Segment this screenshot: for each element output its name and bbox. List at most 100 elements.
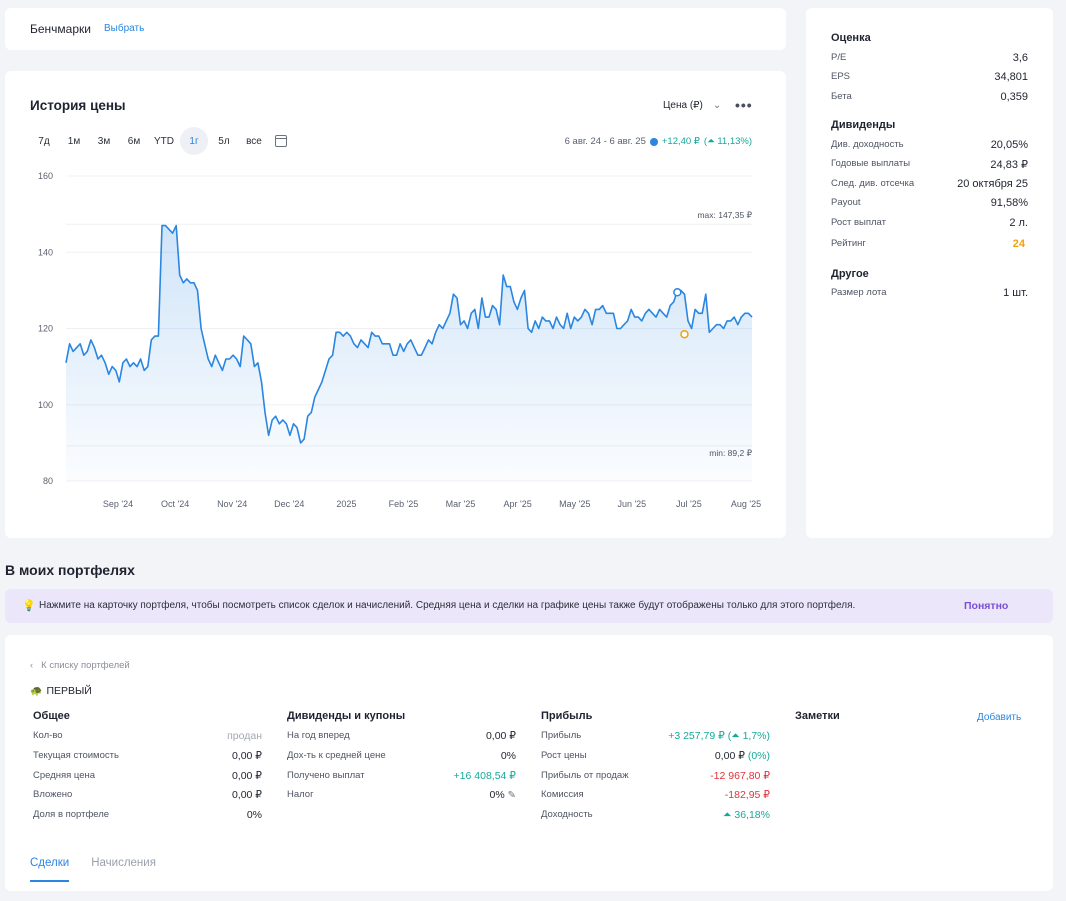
x-tick-label: Nov '24	[217, 499, 247, 509]
row-value: -182,95 ₽	[724, 789, 770, 801]
row-value: продан	[227, 730, 262, 742]
other-title: Другое	[831, 268, 869, 280]
general-row: Доля в портфеле 0%	[33, 809, 262, 821]
general-row: Средняя цена 0,00 ₽	[33, 770, 262, 782]
row-label: Дох-ть к средней цене	[287, 750, 386, 761]
metric-value: 2 л.	[1009, 217, 1028, 229]
up-arrow-icon: ⏶	[707, 136, 715, 147]
period-all[interactable]: все	[240, 127, 268, 155]
more-options-icon[interactable]: •••	[735, 97, 753, 113]
row-value: 0,00 ₽	[485, 730, 516, 742]
period-7d[interactable]: 7д	[30, 127, 58, 155]
metric-value: 34,801	[994, 71, 1028, 83]
metric-label: Див. доходность	[831, 139, 904, 150]
tab-accruals[interactable]: Начисления	[91, 857, 156, 882]
trade-marker[interactable]	[673, 288, 682, 297]
period-3m[interactable]: 3м	[90, 127, 118, 155]
portfolio-card: ‹ К списку портфелей 🐢 ПЕРВЫЙ Общее Кол-…	[5, 635, 1053, 891]
row-value: 0,00 ₽	[231, 789, 262, 801]
back-to-portfolios-link[interactable]: ‹ К списку портфелей	[30, 660, 130, 671]
add-note-button[interactable]: Добавить	[977, 712, 1021, 723]
trade-marker[interactable]	[680, 329, 689, 339]
metric-label: EPS	[831, 71, 851, 82]
profit-row: Доходность ⏶ 36,18%	[541, 809, 770, 822]
x-tick-label: Apr '25	[504, 499, 532, 509]
general-row: Текущая стоимость 0,00 ₽	[33, 750, 262, 762]
back-label: К списку портфелей	[41, 660, 130, 671]
row-value: 0,00 ₽	[714, 750, 745, 762]
portfolios-heading: В моих портфелях	[5, 562, 135, 578]
period-ytd[interactable]: YTD	[150, 127, 178, 155]
price-type-select[interactable]: Цена (₽) ⌄	[663, 100, 721, 111]
metric-row-next-cutoff: След. див. отсечка 20 октября 25	[831, 178, 1028, 190]
portfolio-name-label: ПЕРВЫЙ	[46, 685, 92, 697]
benchmarks-card: Бенчмарки Выбрать	[5, 8, 786, 50]
metric-label: След. див. отсечка	[831, 178, 915, 189]
row-value: -12 967,80 ₽	[710, 770, 770, 782]
up-arrow-icon: ⏶	[731, 730, 740, 742]
profit-row: Прибыль +3 257,79 ₽ (⏶ 1,7%)	[541, 730, 770, 743]
metric-row-div-yield: Див. доходность 20,05%	[831, 139, 1028, 151]
benchmarks-select-link[interactable]: Выбрать	[104, 23, 144, 34]
y-tick-label: 80	[43, 476, 53, 486]
metric-value: 20,05%	[990, 139, 1028, 151]
profit-row: Рост цены 0,00 ₽ (0%)	[541, 750, 770, 762]
row-label: Средняя цена	[33, 770, 96, 781]
price-change-pct: 11,13%	[717, 136, 749, 147]
x-tick-label: May '25	[559, 499, 590, 509]
metric-row-rating: Рейтинг 24	[831, 238, 1028, 250]
y-tick-label: 120	[38, 324, 53, 334]
metric-row-annual-payouts: Годовые выплаты 24,83 ₽	[831, 158, 1028, 171]
metric-label: Рост выплат	[831, 217, 886, 228]
metric-row-pe: P/E 3,6	[831, 52, 1028, 64]
max-label: max: 147,35 ₽	[697, 210, 752, 220]
tax-value-wrap: 0% ✎	[490, 789, 517, 801]
row-label: Прибыль	[541, 730, 582, 741]
metric-label: Рейтинг	[831, 238, 866, 249]
portfolio-name: 🐢 ПЕРВЫЙ	[30, 685, 92, 697]
profit-title: Прибыль	[541, 710, 593, 722]
row-label: Текущая стоимость	[33, 750, 119, 761]
metric-value: 3,6	[1012, 52, 1028, 64]
pencil-icon[interactable]: ✎	[508, 790, 516, 801]
tip-dismiss-button[interactable]: Понятно	[964, 600, 1008, 612]
period-1y[interactable]: 1г	[180, 127, 208, 155]
general-row: Кол-во продан	[33, 730, 262, 742]
metric-value: 0,359	[1000, 91, 1028, 103]
chevron-down-icon: ⌄	[712, 100, 722, 111]
row-label: Вложено	[33, 789, 73, 800]
dividends-coupons-title: Дивиденды и купоны	[287, 710, 406, 722]
tab-deals[interactable]: Сделки	[30, 857, 70, 882]
price-chart[interactable]: 160 140 120 100 80 Sep '24 Oct '24 Nov '24 Dec …	[5, 166, 786, 511]
row-label: Доля в портфеле	[33, 809, 110, 820]
metric-row-beta: Бета 0,359	[831, 91, 1028, 103]
row-value: 0%	[246, 809, 262, 821]
tip-text: Нажмите на карточку портфеля, чтобы посм…	[39, 600, 856, 611]
row-value: 0%	[489, 789, 505, 801]
lightbulb-icon: 💡	[22, 600, 36, 612]
benchmarks-title: Бенчмарки	[30, 22, 91, 36]
metric-label: Payout	[831, 197, 861, 208]
period-1m[interactable]: 1м	[60, 127, 88, 155]
row-label: Доходность	[541, 809, 593, 820]
yield-value-wrap: ⏶ 36,18%	[723, 809, 770, 822]
price-type-label: Цена (₽)	[663, 100, 703, 111]
rating-value[interactable]: 24	[1013, 238, 1025, 250]
price-growth-wrap: 0,00 ₽ (0%)	[714, 750, 770, 762]
profit-row: Комиссия -182,95 ₽	[541, 789, 770, 801]
period-6m[interactable]: 6м	[120, 127, 148, 155]
range-info: 6 авг. 24 - 6 авг. 25 +12,40 ₽ (⏶ 11,13%…	[565, 136, 752, 147]
period-5y[interactable]: 5л	[210, 127, 238, 155]
dividends-row: Дох-ть к средней цене 0%	[287, 750, 516, 762]
price-change-pct-wrap: (⏶ 11,13%)	[703, 136, 752, 147]
row-value: +3 257,79 ₽	[668, 730, 725, 742]
min-label: min: 89,2 ₽	[709, 448, 752, 458]
calendar-icon[interactable]	[275, 135, 287, 147]
valuation-title: Оценка	[831, 32, 871, 44]
dividends-title: Дивиденды	[831, 119, 896, 131]
row-label: Получено выплат	[287, 770, 365, 781]
portfolio-tip-banner: 💡 Нажмите на карточку портфеля, чтобы по…	[5, 589, 1053, 623]
portfolio-tabs: Сделки Начисления	[30, 857, 156, 882]
x-tick-label: Jun '25	[617, 499, 646, 509]
price-history-title: История цены	[30, 98, 126, 113]
